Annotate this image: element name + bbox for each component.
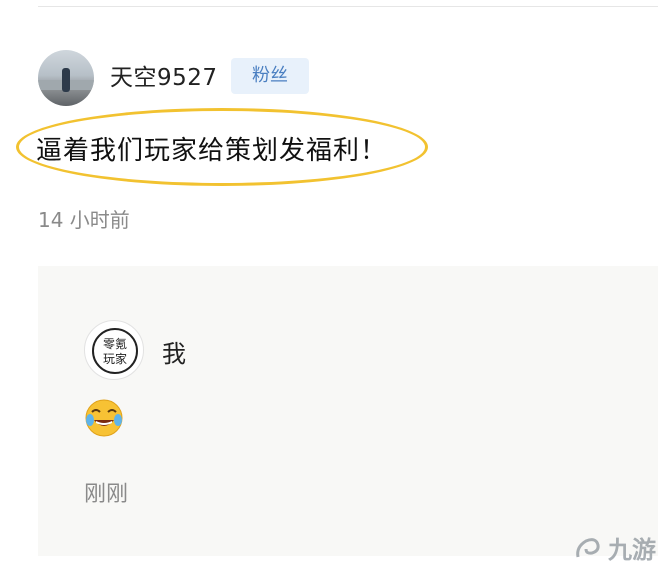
top-divider	[38, 6, 658, 7]
watermark: 九游	[570, 530, 656, 565]
watermark-text: 九游	[608, 536, 656, 564]
comment-username[interactable]: 天空9527	[110, 58, 218, 92]
reply-timestamp: 刚刚	[84, 482, 129, 507]
jiuyou-logo-icon	[576, 537, 600, 557]
svg-text:零氪: 零氪	[103, 336, 127, 351]
fan-badge: 粉丝	[231, 58, 309, 94]
svg-text:玩家: 玩家	[103, 351, 127, 366]
laughing-crying-emoji-icon	[84, 398, 124, 438]
reply-panel	[38, 266, 658, 556]
user-avatar[interactable]	[38, 50, 94, 106]
highlight-ellipse	[16, 108, 428, 186]
reply-avatar[interactable]: 零氪 玩家	[84, 320, 144, 380]
reply-username[interactable]: 我	[162, 334, 186, 369]
comment-timestamp: 14 小时前	[38, 208, 130, 232]
